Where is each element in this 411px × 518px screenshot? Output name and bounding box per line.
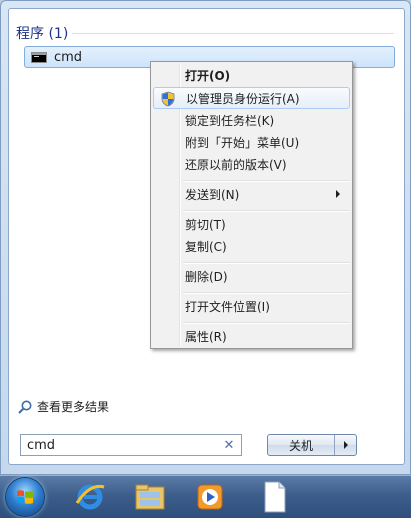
menu-separator <box>183 322 350 324</box>
context-menu: 打开(O) 以管理员身份运行(A) 锁定到任务栏(K) 附到「开始」菜单(U) … <box>150 61 353 349</box>
menu-item-label: 以管理员身份运行(A) <box>186 91 300 106</box>
menu-item-label: 打开(O) <box>185 68 231 83</box>
menu-item-label: 复制(C) <box>185 239 227 254</box>
console-icon <box>31 51 47 63</box>
search-input[interactable]: cmd ✕ <box>20 434 242 456</box>
menu-separator <box>183 262 350 264</box>
menu-item-label: 发送到(N) <box>185 187 240 202</box>
windows-explorer-icon[interactable] <box>132 479 168 515</box>
search-icon <box>18 400 32 414</box>
search-input-value: cmd <box>27 437 56 453</box>
menu-item-label: 属性(R) <box>185 329 227 344</box>
menu-item-open-file-location[interactable]: 打开文件位置(I) <box>153 295 350 317</box>
see-more-results-link[interactable]: 查看更多结果 <box>17 398 109 415</box>
taskbar <box>0 475 411 518</box>
menu-item-label: 还原以前的版本(V) <box>185 157 287 172</box>
internet-explorer-icon[interactable] <box>72 479 108 515</box>
document-icon[interactable] <box>256 479 292 515</box>
media-player-icon[interactable] <box>192 479 228 515</box>
section-divider <box>72 33 394 34</box>
menu-item-pin-start[interactable]: 附到「开始」菜单(U) <box>153 131 350 153</box>
menu-item-pin-taskbar[interactable]: 锁定到任务栏(K) <box>153 109 350 131</box>
menu-item-open[interactable]: 打开(O) <box>153 64 350 86</box>
menu-item-send-to[interactable]: 发送到(N) <box>153 183 350 205</box>
menu-separator <box>183 292 350 294</box>
start-orb[interactable] <box>6 478 44 516</box>
menu-separator <box>183 210 350 212</box>
menu-item-cut[interactable]: 剪切(T) <box>153 213 350 235</box>
menu-item-label: 打开文件位置(I) <box>185 299 270 314</box>
result-item-label: cmd <box>54 49 83 65</box>
chevron-right-icon <box>343 441 348 449</box>
menu-item-label: 删除(D) <box>185 269 228 284</box>
see-more-results-label: 查看更多结果 <box>37 400 110 414</box>
menu-item-label: 锁定到任务栏(K) <box>185 113 275 128</box>
shutdown-options-button[interactable] <box>335 435 356 455</box>
uac-shield-icon <box>161 91 175 107</box>
menu-item-restore-versions[interactable]: 还原以前的版本(V) <box>153 153 350 175</box>
menu-item-properties[interactable]: 属性(R) <box>153 325 350 347</box>
windows-logo-icon <box>17 490 33 504</box>
menu-separator <box>183 180 350 182</box>
clear-search-icon[interactable]: ✕ <box>221 438 237 453</box>
menu-item-label: 附到「开始」菜单(U) <box>185 135 300 150</box>
menu-item-copy[interactable]: 复制(C) <box>153 235 350 257</box>
results-section-title: 程序 (1) <box>16 26 69 42</box>
menu-item-label: 剪切(T) <box>185 217 226 232</box>
menu-item-run-as-admin[interactable]: 以管理员身份运行(A) <box>153 87 350 109</box>
menu-item-delete[interactable]: 删除(D) <box>153 265 350 287</box>
shutdown-button-group: 关机 <box>267 434 357 456</box>
shutdown-button[interactable]: 关机 <box>268 435 335 455</box>
submenu-arrow-icon <box>336 190 340 198</box>
shutdown-label: 关机 <box>288 438 313 453</box>
